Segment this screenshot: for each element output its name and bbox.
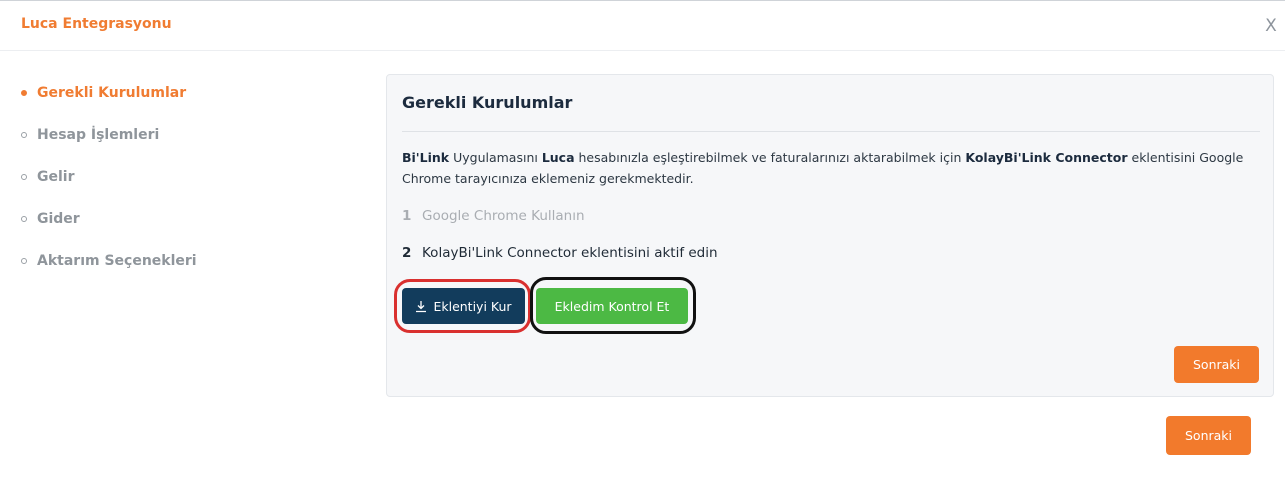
step-label: Aktarım Seçenekleri [37,253,197,269]
requirement-number: 1 [402,208,412,224]
step-label: Hesap İşlemleri [37,127,160,143]
setup-panel: Gerekli Kurulumlar Bi'Link Uygulamasını … [386,74,1274,397]
step-hesap-islemleri[interactable]: Hesap İşlemleri [21,114,321,156]
step-gelir[interactable]: Gelir [21,156,321,198]
integration-modal: Luca Entegrasyonu X Gerekli Kurulumlar H… [0,0,1285,489]
step-bullet-icon [21,258,27,264]
modal-header: Luca Entegrasyonu X [0,1,1285,51]
step-label: Gider [37,211,80,227]
download-icon [416,300,427,312]
desc-bold-luca: Luca [541,150,575,165]
requirement-item-connector: 2 KolayBi'Link Connector eklentisini akt… [402,245,718,261]
steps-nav: Gerekli Kurulumlar Hesap İşlemleri Gelir… [21,72,321,282]
desc-bold-connector: KolayBi'Link Connector [965,150,1128,165]
modal-next-button[interactable]: Sonraki [1166,416,1251,455]
requirement-text: Google Chrome Kullanın [422,208,585,224]
step-aktarim-secenekleri[interactable]: Aktarım Seçenekleri [21,240,321,282]
requirement-item-chrome: 1 Google Chrome Kullanın [402,208,585,224]
panel-divider [402,131,1260,132]
desc-bold-bilink: Bi'Link [402,150,450,165]
install-extension-button[interactable]: Eklentiyi Kur [402,288,525,324]
step-bullet-icon [21,216,27,222]
panel-description: Bi'Link Uygulamasını Luca hesabınızla eş… [402,147,1262,189]
requirement-number: 2 [402,245,412,261]
install-extension-label: Eklentiyi Kur [433,298,512,314]
step-bullet-icon [21,174,27,180]
step-bullet-icon [21,132,27,138]
desc-text: hesabınızla eşleştirebilmek ve faturalar… [574,150,966,165]
step-label: Gerekli Kurulumlar [37,85,187,101]
step-bullet-icon [21,90,27,96]
requirement-text: KolayBi'Link Connector eklentisini aktif… [422,245,718,261]
step-label: Gelir [37,169,75,185]
modal-title: Luca Entegrasyonu [21,16,172,32]
panel-next-button[interactable]: Sonraki [1174,346,1259,383]
desc-text: Uygulamasını [449,150,542,165]
check-extension-button[interactable]: Ekledim Kontrol Et [536,288,688,324]
close-button[interactable]: X [1262,15,1280,37]
step-gider[interactable]: Gider [21,198,321,240]
panel-title: Gerekli Kurulumlar [402,93,573,112]
step-gerekli-kurulumlar[interactable]: Gerekli Kurulumlar [21,72,321,114]
